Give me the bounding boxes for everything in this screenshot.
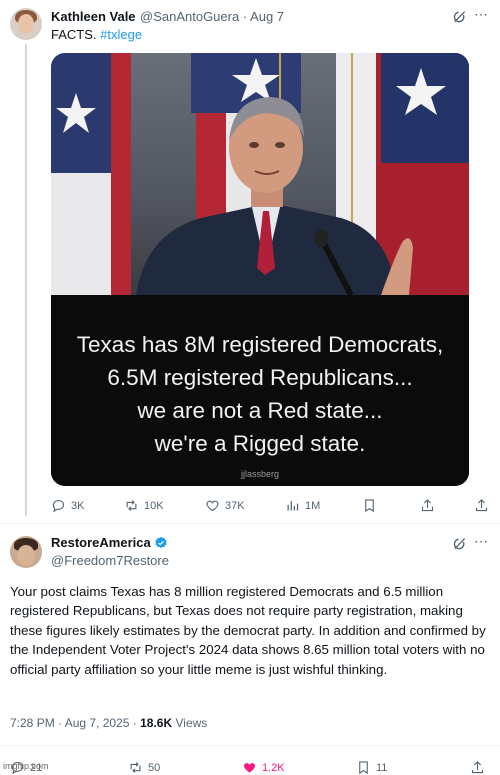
avatar[interactable]: [10, 536, 42, 568]
bookmark-icon: [365, 499, 374, 513]
author-handle[interactable]: @Freedom7Restore: [51, 553, 169, 568]
more-options-icon[interactable]: ⋯: [474, 533, 489, 550]
verified-badge-icon: [155, 536, 167, 548]
share-arrow-button[interactable]: [474, 498, 489, 513]
bookmark-button[interactable]: 11: [356, 760, 387, 775]
tweet-date[interactable]: Aug 7: [250, 9, 284, 24]
share-button[interactable]: [470, 760, 485, 775]
author-name-row[interactable]: RestoreAmerica: [51, 535, 168, 550]
more-options-icon[interactable]: ⋯: [474, 6, 489, 23]
tweet-text: FACTS. #txlege: [51, 27, 143, 42]
author-name[interactable]: RestoreAmerica: [51, 535, 151, 550]
bookmark-button[interactable]: [362, 498, 377, 513]
heart-icon: [206, 500, 219, 512]
hashtag-link[interactable]: #txlege: [100, 27, 142, 42]
tweet-date[interactable]: Aug 7, 2025: [65, 716, 130, 730]
image-caption: Texas has 8M registered Democrats, 6.5M …: [76, 332, 444, 456]
like-button[interactable]: 1.2K: [242, 760, 285, 775]
repost-icon: [126, 500, 137, 511]
grok-icon[interactable]: [452, 536, 468, 552]
author-handle[interactable]: @SanAntoGuera: [140, 9, 239, 24]
press-photo: [51, 53, 469, 297]
share-button[interactable]: [420, 498, 435, 513]
grok-icon[interactable]: [452, 9, 468, 25]
tweet-time[interactable]: 7:28 PM: [10, 716, 55, 730]
repost-button[interactable]: 10K: [124, 498, 164, 513]
tweet-1[interactable]: Kathleen Vale @SanAntoGuera · Aug 7 ⋯ FA…: [0, 0, 500, 523]
bookmark-icon: [359, 761, 368, 775]
repost-button[interactable]: 50: [128, 760, 160, 775]
like-button[interactable]: 37K: [205, 498, 245, 513]
tweet-meta: 7:28 PM · Aug 7, 2025 · 18.6K Views: [10, 716, 208, 730]
avatar[interactable]: [10, 8, 42, 40]
tweet-text: Your post claims Texas has 8 million reg…: [10, 584, 486, 677]
upload-icon: [475, 499, 488, 512]
heart-filled-icon: [244, 763, 255, 773]
share-icon: [471, 761, 484, 774]
watermark: imgflip.com: [3, 761, 49, 771]
divider: [0, 523, 500, 524]
analytics-icon: [287, 501, 299, 511]
tweet-image[interactable]: Texas has 8M registered Democrats, 6.5M …: [51, 53, 469, 486]
views-count: 18.6K: [140, 716, 173, 730]
thread-line: [25, 44, 27, 516]
views-button[interactable]: 1M: [285, 498, 320, 513]
image-credit: jjlassberg: [240, 469, 280, 479]
tweet-header: Kathleen Vale @SanAntoGuera · Aug 7: [51, 9, 285, 24]
reply-icon: [52, 499, 65, 513]
reply-button[interactable]: 3K: [51, 498, 84, 513]
repost-icon: [130, 762, 141, 773]
share-icon: [421, 499, 434, 512]
author-name[interactable]: Kathleen Vale: [51, 9, 136, 24]
divider: [0, 745, 500, 746]
